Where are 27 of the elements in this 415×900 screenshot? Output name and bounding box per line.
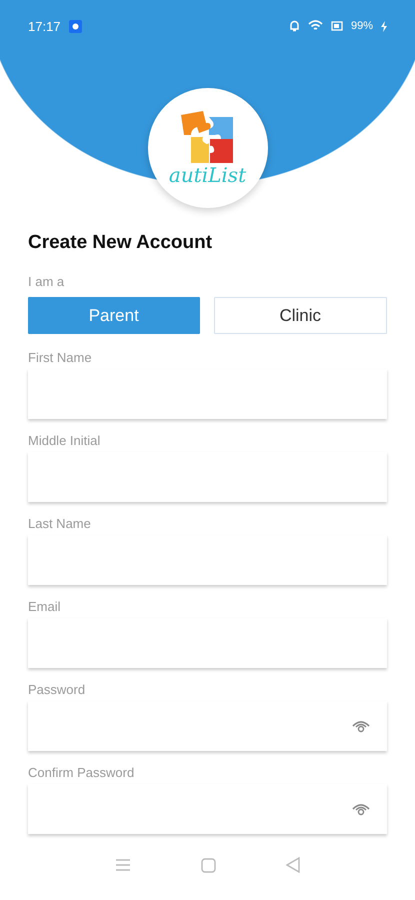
field-label: Middle Initial [28, 433, 102, 448]
field-label: Password [28, 682, 86, 697]
page-title: Create New Account [28, 232, 214, 254]
eye-icon[interactable] [351, 802, 371, 816]
home-square-icon[interactable] [201, 858, 216, 872]
back-icon[interactable] [286, 857, 300, 873]
menu-icon[interactable] [115, 858, 131, 872]
input-field[interactable] [28, 452, 387, 502]
field-label: Email [28, 599, 62, 614]
battery-percent: 99% [350, 20, 373, 32]
input-field[interactable] [28, 618, 387, 668]
field-label: Last Name [28, 516, 92, 531]
input-field[interactable] [28, 784, 387, 834]
wifi-icon [308, 20, 323, 32]
role-label: I am a [28, 274, 66, 289]
field-label: Confirm Password [28, 765, 136, 780]
logo-text: autiList [168, 163, 246, 187]
input-field[interactable] [28, 535, 387, 585]
battery-icon [330, 21, 343, 31]
input-field[interactable] [28, 701, 387, 751]
status-time: 17:17 [28, 18, 61, 34]
field-label: First Name [28, 350, 93, 365]
input-field[interactable] [28, 369, 387, 419]
role-option[interactable]: Clinic [214, 297, 387, 334]
eye-icon[interactable] [351, 719, 371, 733]
charging-icon [381, 20, 387, 32]
app-notification-icon [68, 20, 82, 32]
